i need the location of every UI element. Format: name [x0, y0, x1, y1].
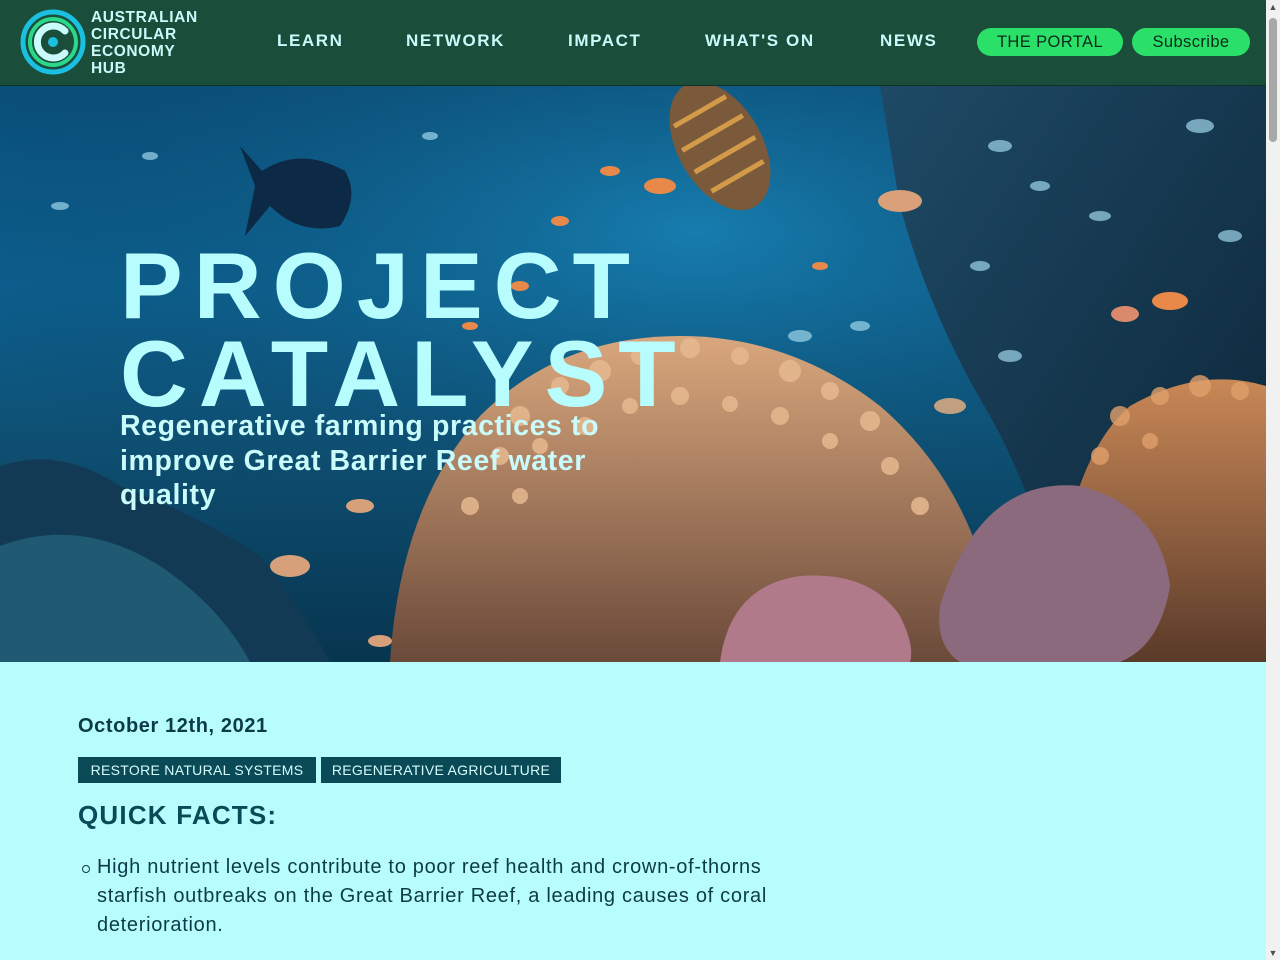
- hero-title-line: PROJECT: [120, 233, 641, 338]
- logo-text: AUSTRALIAN CIRCULAR ECONOMY HUB: [91, 9, 221, 77]
- nav-impact[interactable]: IMPACT: [568, 31, 642, 51]
- logo-line: CIRCULAR: [91, 26, 177, 43]
- tag-regenerative-agriculture[interactable]: REGENERATIVE AGRICULTURE: [321, 757, 561, 783]
- hero-banner: PROJECT CATALYST Regenerative farming pr…: [0, 86, 1266, 662]
- logo-link[interactable]: AUSTRALIAN CIRCULAR ECONOMY HUB: [0, 0, 225, 85]
- nav-whats-on[interactable]: WHAT'S ON: [705, 31, 815, 51]
- nav-network[interactable]: NETWORK: [406, 31, 505, 51]
- triangle-up-icon[interactable]: ▲: [1266, 0, 1280, 14]
- hero-title: PROJECT CATALYST: [120, 233, 687, 426]
- logo-line: ECONOMY: [91, 43, 176, 60]
- circular-c-logo-icon: [20, 9, 86, 75]
- quick-facts-heading: QUICK FACTS:: [78, 800, 278, 830]
- nav-learn[interactable]: LEARN: [277, 31, 344, 51]
- triangle-down-icon[interactable]: ▼: [1266, 946, 1280, 960]
- site-header: AUSTRALIAN CIRCULAR ECONOMY HUB LEARN NE…: [0, 0, 1266, 86]
- tag-restore-natural-systems[interactable]: RESTORE NATURAL SYSTEMS: [78, 757, 316, 783]
- logo-line: HUB: [91, 60, 127, 77]
- hero-title-line: CATALYST: [120, 321, 687, 426]
- list-item: High nutrient levels contribute to poor …: [82, 853, 817, 940]
- quick-facts-list: High nutrient levels contribute to poor …: [82, 853, 817, 940]
- logo-line: AUSTRALIAN: [91, 9, 198, 26]
- nav-news[interactable]: NEWS: [880, 31, 937, 51]
- article-date: October 12th, 2021: [78, 715, 268, 737]
- vertical-scrollbar[interactable]: ▲ ▼: [1266, 0, 1280, 960]
- hero-subtitle: Regenerative farming practices to improv…: [120, 410, 600, 511]
- scrollbar-thumb[interactable]: [1269, 18, 1277, 142]
- portal-button[interactable]: THE PORTAL: [977, 28, 1123, 56]
- subscribe-button[interactable]: Subscribe: [1132, 28, 1250, 56]
